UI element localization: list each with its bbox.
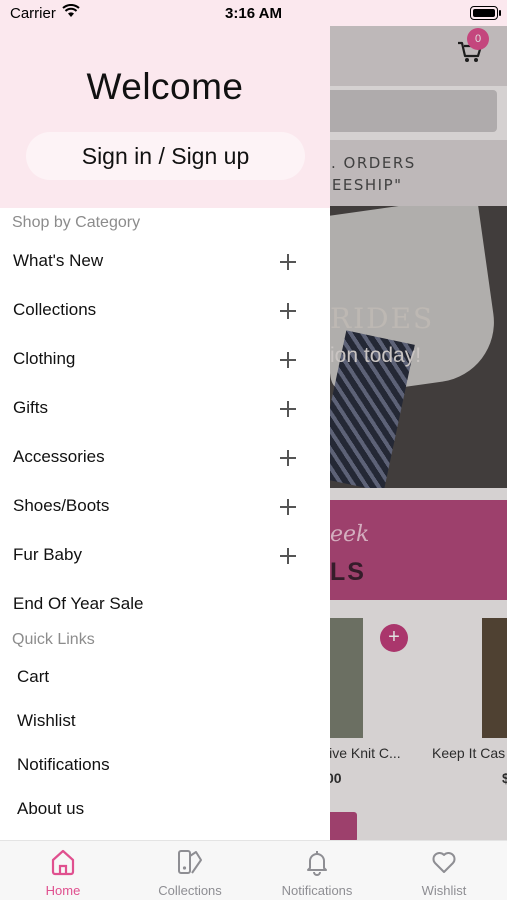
bell-icon xyxy=(307,851,327,876)
category-item-shoes-boots[interactable]: Shoes/Boots xyxy=(0,487,330,527)
category-label: Accessories xyxy=(13,447,105,466)
tab-label: Notifications xyxy=(281,883,353,898)
sign-in-button[interactable]: Sign in / Sign up xyxy=(26,132,305,180)
expand-icon[interactable] xyxy=(280,450,296,466)
battery-nub xyxy=(499,10,501,16)
quick-links-title: Quick Links xyxy=(12,631,95,648)
category-label: Shoes/Boots xyxy=(13,496,110,515)
quick-link-cart[interactable]: Cart xyxy=(17,667,49,687)
category-item-gifts[interactable]: Gifts xyxy=(0,389,330,429)
category-item-clothing[interactable]: Clothing xyxy=(0,340,330,380)
tab-bar: Home Collections Notifications Wishlist xyxy=(0,840,507,900)
expand-icon[interactable] xyxy=(280,548,296,564)
category-label: Clothing xyxy=(13,349,76,368)
category-item-fur-baby[interactable]: Fur Baby xyxy=(0,536,330,576)
clock: 3:16 AM xyxy=(225,5,282,22)
tab-label: Collections xyxy=(158,883,222,898)
quick-link-about-us[interactable]: About us xyxy=(17,799,84,819)
expand-icon[interactable] xyxy=(280,303,296,319)
category-label: Fur Baby xyxy=(13,545,82,564)
tab-notifications[interactable]: Notifications xyxy=(254,841,380,900)
expand-icon[interactable] xyxy=(280,352,296,368)
category-label: What's New xyxy=(13,251,104,270)
category-label: End Of Year Sale xyxy=(13,594,144,613)
category-item-accessories[interactable]: Accessories xyxy=(0,438,330,478)
expand-icon[interactable] xyxy=(280,401,296,417)
category-item-whats-new[interactable]: What's New xyxy=(0,242,330,282)
tab-home[interactable]: Home xyxy=(0,841,126,900)
quick-link-wishlist[interactable]: Wishlist xyxy=(17,711,76,731)
tab-label: Wishlist xyxy=(421,883,467,898)
welcome-title: Welcome xyxy=(86,66,244,107)
drawer-header: Welcome Sign in / Sign up xyxy=(0,0,330,208)
tab-collections[interactable]: Collections xyxy=(127,841,253,900)
quick-link-notifications[interactable]: Notifications xyxy=(17,755,110,775)
category-item-end-of-year-sale[interactable]: End Of Year Sale xyxy=(0,585,330,625)
expand-icon[interactable] xyxy=(280,499,296,515)
shop-by-category-title: Shop by Category xyxy=(12,214,141,231)
tab-label: Home xyxy=(45,883,81,898)
battery-icon xyxy=(470,6,498,20)
category-item-collections[interactable]: Collections xyxy=(0,291,330,331)
side-drawer: Welcome Sign in / Sign up Shop by Catego… xyxy=(0,0,330,840)
status-bar: Carrier 3:16 AM xyxy=(0,0,507,26)
home-icon xyxy=(51,849,75,876)
category-label: Collections xyxy=(13,300,97,319)
collections-icon xyxy=(178,850,202,874)
heart-icon xyxy=(432,852,456,873)
tab-wishlist[interactable]: Wishlist xyxy=(381,841,507,900)
category-label: Gifts xyxy=(13,398,48,417)
expand-icon[interactable] xyxy=(280,254,296,270)
